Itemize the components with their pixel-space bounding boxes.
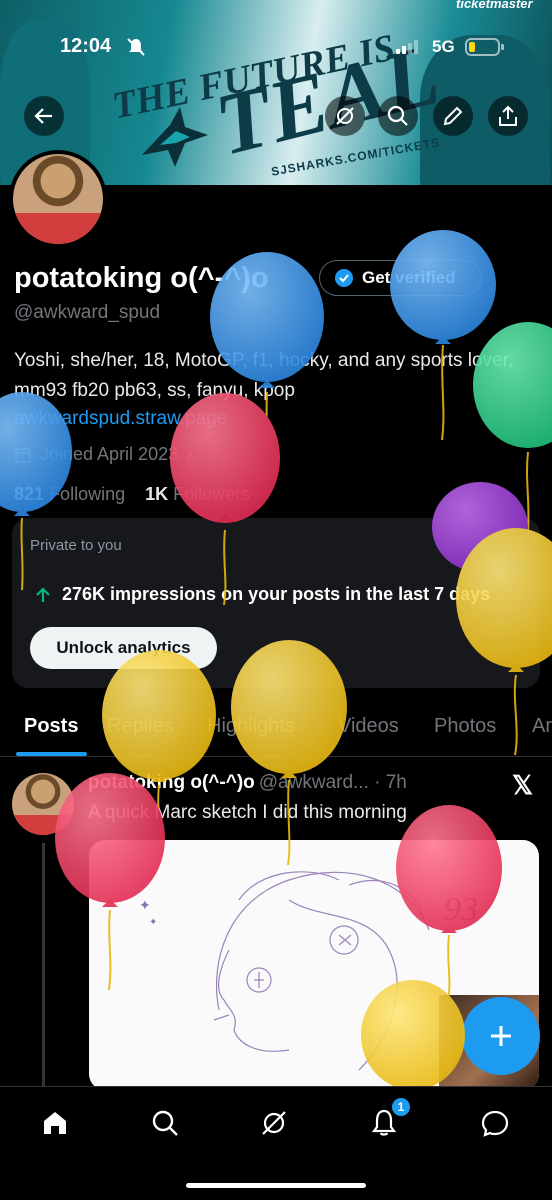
tweet-header: potatoking o(^-^)o @awkward... · 7h bbox=[88, 772, 407, 794]
hide-icon bbox=[336, 107, 354, 125]
nav-home[interactable] bbox=[35, 1103, 75, 1143]
banner-sponsor: ticketmaster bbox=[456, 0, 533, 11]
following-count: 821 bbox=[14, 484, 45, 504]
profile-link[interactable]: awkwardspud.straw.page bbox=[14, 408, 227, 430]
joined-date: Joined April 2023 › bbox=[14, 444, 192, 465]
following-label: Following bbox=[49, 484, 126, 504]
arrow-up-icon bbox=[36, 586, 50, 602]
back-icon bbox=[34, 108, 52, 124]
sketch-number: 93 bbox=[444, 891, 478, 928]
joined-text: Joined April 2023 bbox=[40, 444, 179, 464]
nav-explore[interactable] bbox=[145, 1103, 185, 1143]
nav-messages[interactable] bbox=[475, 1103, 515, 1143]
x-logo-icon: 𝕏 bbox=[512, 770, 533, 800]
network-label: 5G bbox=[432, 37, 455, 56]
tweet-meta: @awkward... · 7h bbox=[258, 772, 407, 793]
tab-videos[interactable]: Videos bbox=[338, 715, 399, 738]
tab-articles[interactable]: Ar bbox=[532, 715, 552, 738]
followers-link[interactable]: 1K Followers bbox=[145, 484, 250, 504]
signal-icon bbox=[396, 40, 418, 54]
profile-name: potatoking o(^-^)o bbox=[14, 262, 269, 294]
tab-replies[interactable]: Replies bbox=[107, 715, 174, 738]
mute-bell-icon bbox=[127, 38, 145, 56]
active-tab-indicator bbox=[16, 752, 87, 756]
status-time: 12:04 bbox=[60, 35, 112, 57]
impressions-row: 276K impressions on your posts in the la… bbox=[34, 584, 490, 605]
get-verified-label: Get verified bbox=[362, 268, 456, 287]
back-button[interactable] bbox=[24, 96, 64, 136]
battery-icon bbox=[465, 38, 504, 56]
tab-highlights[interactable]: Highlights bbox=[207, 715, 295, 738]
grok-icon bbox=[262, 1111, 286, 1135]
messages-icon bbox=[481, 1110, 509, 1137]
private-label: Private to you bbox=[30, 537, 122, 554]
unlock-analytics-button[interactable]: Unlock analytics bbox=[30, 627, 217, 669]
tweet-author-name[interactable]: potatoking o(^-^)o bbox=[88, 772, 255, 794]
impressions-text: 276K impressions on your posts in the la… bbox=[62, 584, 491, 604]
nav-grok[interactable] bbox=[254, 1103, 294, 1143]
shark-logo-icon bbox=[142, 107, 208, 167]
explore-icon bbox=[152, 1110, 178, 1136]
profile-bio: Yoshi, she/her, 18, MotoGP, f1, hocky, a… bbox=[14, 350, 514, 401]
following-link[interactable]: 821 Following bbox=[14, 484, 125, 504]
tab-posts[interactable]: Posts bbox=[24, 715, 78, 738]
search-button[interactable] bbox=[378, 96, 418, 136]
profile-handle: @awkward_spud bbox=[14, 302, 161, 323]
share-icon bbox=[499, 105, 517, 126]
svg-text:✦: ✦ bbox=[149, 917, 157, 928]
svg-text:✦: ✦ bbox=[139, 897, 151, 913]
thread-line bbox=[42, 843, 45, 1088]
plus-icon bbox=[491, 1026, 511, 1046]
avatar[interactable] bbox=[13, 154, 103, 244]
followers-count: 1K bbox=[145, 484, 169, 504]
tweet-text: A quick Marc sketch I did this morning bbox=[88, 802, 407, 823]
edit-button[interactable] bbox=[433, 96, 473, 136]
profile-tabs: Posts Replies Highlights Videos Photos A… bbox=[0, 705, 552, 757]
followers-label: Followers bbox=[173, 484, 251, 504]
chevron-right-icon: › bbox=[186, 444, 193, 464]
share-button[interactable] bbox=[488, 96, 528, 136]
home-indicator[interactable] bbox=[186, 1183, 366, 1188]
calendar-icon bbox=[15, 447, 31, 463]
home-icon bbox=[44, 1112, 66, 1134]
hide-button[interactable] bbox=[325, 96, 365, 136]
get-verified-button[interactable]: Get verified bbox=[319, 260, 482, 296]
search-icon bbox=[387, 105, 408, 126]
tab-photos[interactable]: Photos bbox=[434, 715, 496, 738]
edit-icon bbox=[443, 106, 463, 126]
tweet-avatar[interactable] bbox=[12, 773, 74, 835]
follow-stats: 821 Following 1K Followers bbox=[14, 484, 250, 505]
notifications-badge: 1 bbox=[391, 1097, 411, 1117]
compose-button[interactable] bbox=[462, 997, 540, 1075]
verified-badge-icon bbox=[335, 269, 353, 287]
